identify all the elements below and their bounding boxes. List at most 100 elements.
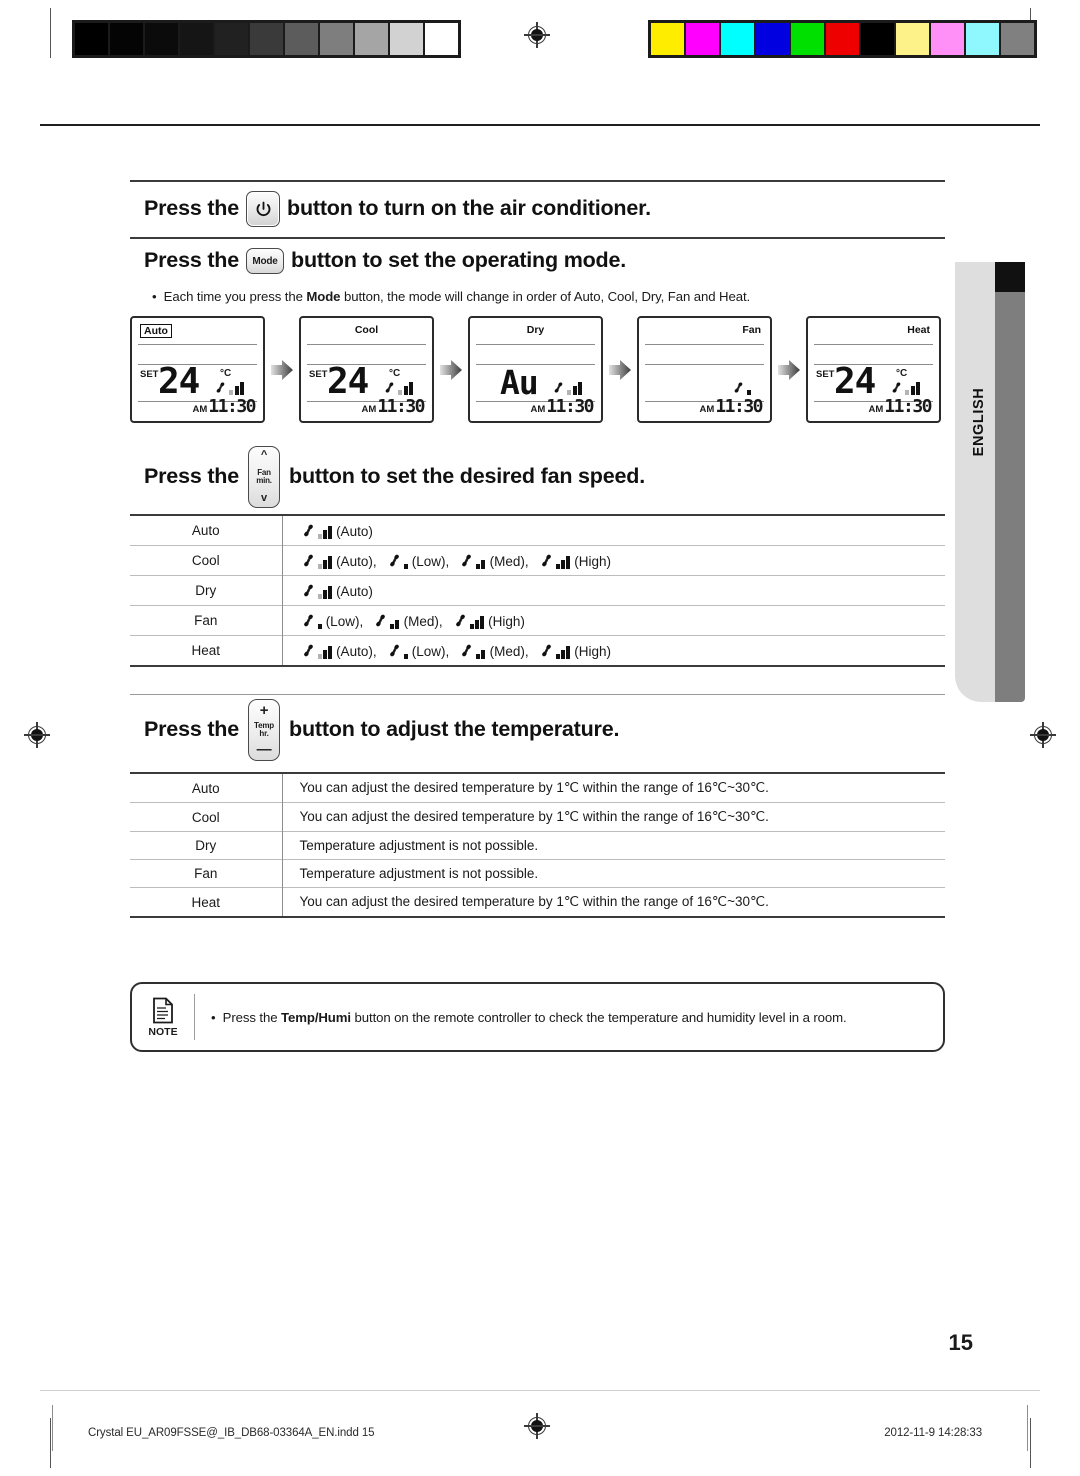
calibration-swatch-1: [110, 23, 143, 55]
fan-level-bars: [746, 390, 752, 395]
lcd-panel-auto: Auto SET 24 °C AM 11:30: [130, 316, 265, 423]
fan-bar-2: [234, 386, 239, 395]
section-mode: Press the Mode button to set the operati…: [130, 237, 945, 307]
print-calibration-strip: [0, 0, 1080, 80]
lcd-unit-label: °C: [389, 368, 401, 379]
fan-speed-glyph: [386, 642, 409, 659]
temperature-button[interactable]: + Temp hr. —: [248, 699, 281, 761]
temp-button-label-bottom: hr.: [259, 729, 269, 738]
fan-speed-option: (Med),: [372, 612, 449, 629]
fan-table-value-cell: (Auto), (Low), (Med), (High): [282, 636, 945, 666]
calibration-swatch-2: [721, 23, 754, 55]
lcd-fan-indicator: [731, 380, 752, 395]
calibration-swatch-9: [966, 23, 999, 55]
fan-bar-2: [322, 590, 327, 599]
mode-heading-tail: button to set the operating mode.: [291, 248, 627, 273]
fan-heading: Press the ^ Fan min. v button to set the…: [130, 444, 945, 512]
fan-speed-option: (Auto),: [300, 552, 384, 569]
chevron-down-icon: v: [261, 492, 267, 504]
lcd-fan-indicator: [889, 380, 921, 395]
language-side-tab: ENGLISH: [955, 262, 1025, 702]
fan-bar-2: [403, 386, 408, 395]
lcd-fan-indicator: [551, 380, 583, 395]
registration-mark-top: [524, 22, 550, 48]
table-row: Cool (Auto), (Low), (Med), (High): [130, 545, 946, 576]
calibration-swatch-3: [180, 23, 213, 55]
fan-speed-caption: (Low),: [411, 554, 450, 569]
fan-heading-lead: Press the: [144, 464, 240, 489]
fan-speed-glyph: [458, 552, 486, 569]
fan-icon: [462, 644, 472, 657]
crop-mark-bottom-right-v: [1030, 1418, 1031, 1468]
fan-bar-2: [560, 560, 565, 569]
fan-speed-caption: (Low),: [325, 614, 364, 629]
fan-icon: [303, 584, 313, 597]
temp-table-mode-cell: Dry: [130, 831, 283, 860]
table-row: Dry Temperature adjustment is not possibl…: [130, 831, 945, 860]
lcd-clock: AM 11:30: [531, 396, 595, 417]
temp-table-description-cell: Temperature adjustment is not possible.: [299, 838, 539, 853]
fan-bar-1: [390, 624, 395, 629]
temp-heading-tail: button to adjust the temperature.: [289, 717, 620, 742]
fan-icon: [303, 614, 313, 627]
lcd-time: 11:30: [546, 396, 594, 417]
table-row: Heat (Auto), (Low), (Med), (High): [130, 635, 945, 666]
fan-table-value-cell: (Auto): [282, 516, 945, 546]
fan-icon: [386, 382, 394, 393]
fan-table-mode-cell: Heat: [130, 635, 283, 665]
fan-speed-glyph: [213, 380, 245, 395]
calibration-swatch-0: [75, 23, 108, 55]
lcd-clock: AM 11:30: [869, 398, 933, 416]
color-calibration-bar: [648, 20, 1037, 58]
fan-speed-option: (Auto),: [300, 642, 384, 659]
fan-speed-caption: (Auto),: [336, 554, 377, 569]
note-text: • Press the Temp/Humi button on the remo…: [211, 1009, 847, 1025]
fan-speed-caption: (High): [574, 554, 611, 569]
calibration-swatch-2: [145, 23, 178, 55]
emphasis: Mode: [306, 289, 341, 304]
note-box: NOTE • Press the Temp/Humi button on the…: [130, 982, 945, 1052]
calibration-swatch-6: [861, 23, 894, 55]
lcd-temperature-value: 24: [327, 361, 369, 402]
calibration-swatch-8: [355, 23, 388, 55]
lcd-time: 11:30: [715, 396, 763, 417]
fan-speed-glyph: [551, 380, 583, 395]
temp-table-mode-cell: Fan: [130, 859, 283, 888]
fan-icon: [541, 644, 551, 657]
temp-table-mode-cell: Cool: [130, 802, 283, 832]
lcd-fan-indicator: [382, 380, 414, 395]
power-button[interactable]: [246, 191, 281, 227]
fan-speed-button[interactable]: ^ Fan min. v: [248, 446, 281, 508]
fan-icon: [303, 644, 313, 657]
note-icon-group: NOTE: [132, 997, 194, 1038]
fan-bar-1: [555, 564, 560, 569]
fan-bar-3: [327, 556, 332, 569]
temp-heading-lead: Press the: [144, 717, 240, 742]
fan-speed-options: (Auto), (Low), (Med), (High): [300, 552, 946, 569]
fan-bar-3: [915, 382, 920, 395]
lcd-mode-label: Heat: [907, 324, 930, 336]
table-row: Fan Temperature adjustment is not possibl…: [130, 859, 945, 888]
registration-mark-left: [24, 722, 50, 748]
fan-table-mode-cell: Cool: [130, 545, 283, 576]
chevron-up-icon: ^: [260, 449, 268, 461]
power-icon: [256, 201, 270, 216]
lcd-clock: AM 11:30: [700, 396, 764, 417]
temp-table-description-cell: You can adjust the desired temperature b…: [299, 894, 769, 909]
table-row: Fan (Low), (Med), (High): [130, 605, 945, 636]
fan-speed-glyph: [300, 522, 334, 539]
mode-button[interactable]: Mode: [246, 248, 285, 274]
lcd-temperature-value: 24: [834, 361, 876, 402]
sequence-arrow: [434, 359, 468, 381]
calibration-swatch-9: [390, 23, 423, 55]
fan-level-bars: [317, 624, 323, 629]
section-power: Press the button to turn on the air cond…: [130, 180, 945, 236]
fan-bar-2: [395, 620, 400, 629]
fan-speed-options: (Auto): [300, 522, 946, 539]
lcd-am-label: AM: [192, 404, 208, 415]
fan-button-label-bottom: min.: [256, 476, 272, 485]
fan-speed-caption: (Auto): [336, 584, 373, 599]
fan-bar-3: [566, 556, 571, 569]
fan-icon: [217, 382, 225, 393]
fan-speed-option: (Med),: [458, 552, 535, 569]
